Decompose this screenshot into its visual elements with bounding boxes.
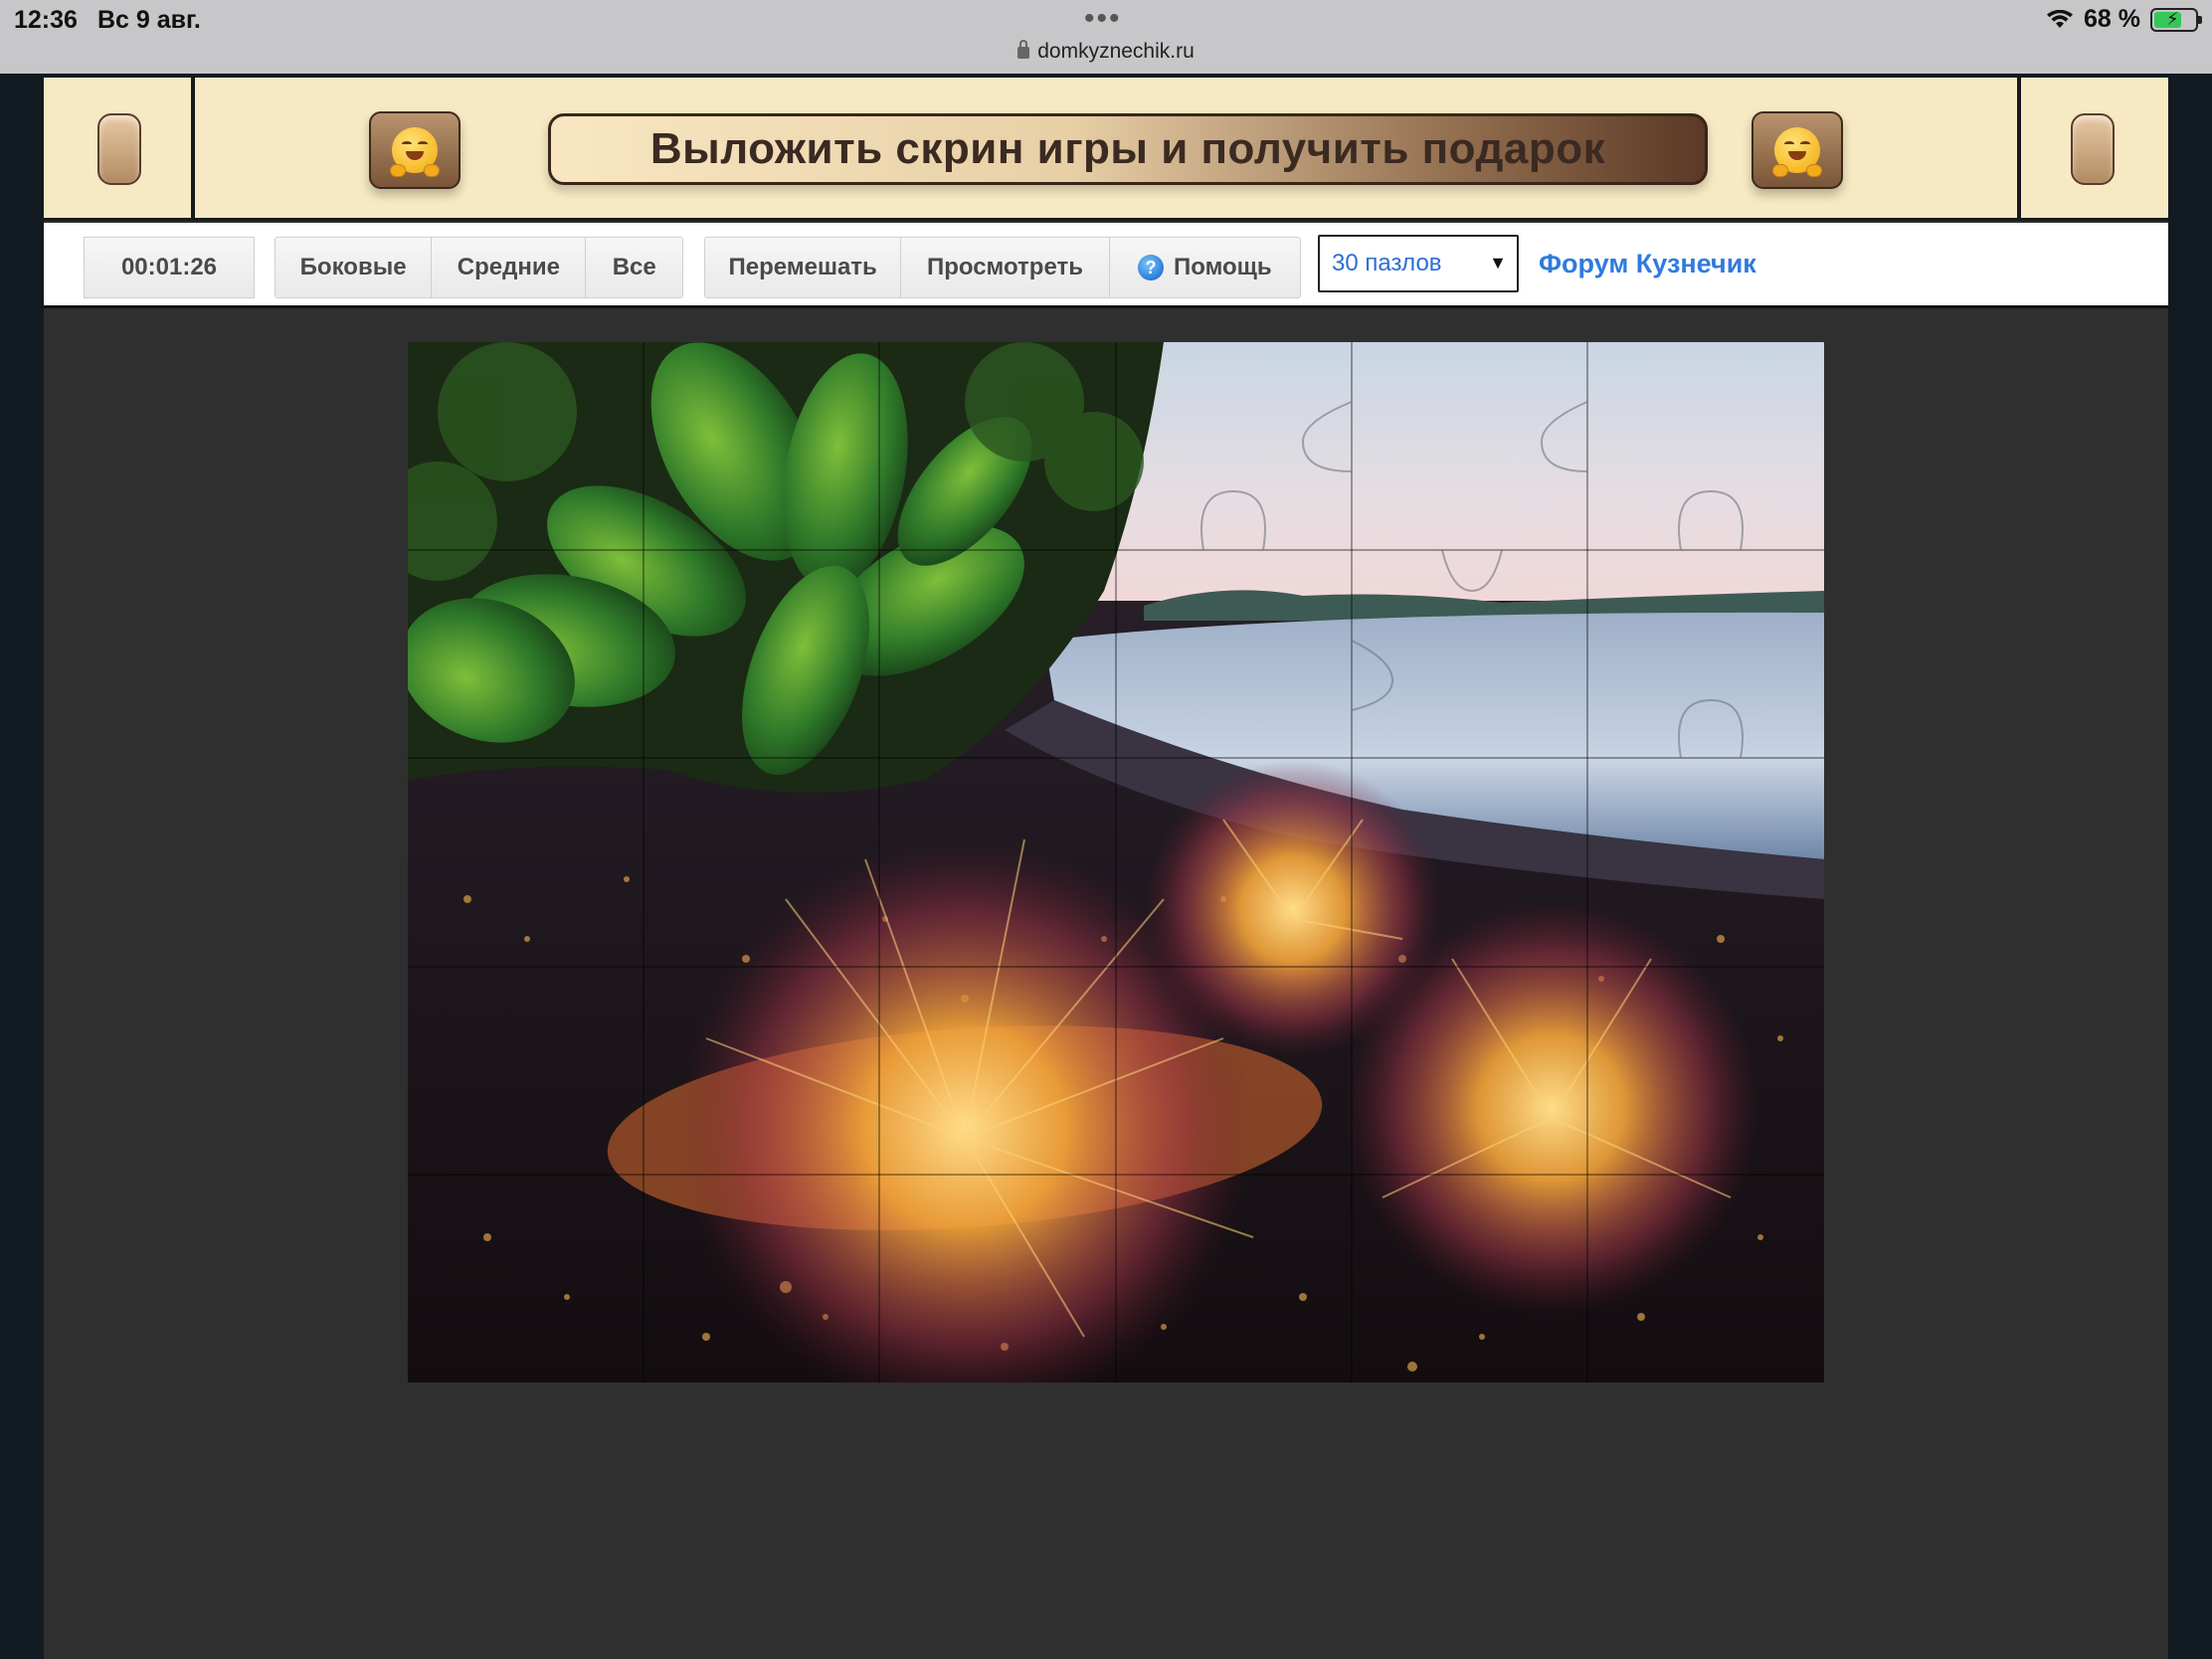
status-time: 12:36: [14, 6, 78, 34]
multitask-dots-icon[interactable]: •••: [1084, 4, 1122, 34]
battery-percent: 68 %: [2084, 5, 2140, 33]
puzzle-toolbar: 00:01:26 Боковые Средние Все Перемешать …: [44, 223, 2168, 308]
pieces-count-value: 30 пазлов: [1332, 250, 1442, 276]
wifi-icon: [2046, 9, 2074, 30]
banner-divider-right: [2017, 78, 2021, 221]
address-bar[interactable]: domkyznechik.ru: [0, 40, 2212, 64]
help-icon: ?: [1137, 255, 1164, 280]
filter-middle-button[interactable]: Средние: [432, 238, 587, 297]
filter-all-button[interactable]: Все: [586, 238, 682, 297]
timer-display: 00:01:26: [84, 237, 255, 298]
help-button[interactable]: ? Помощь: [1109, 238, 1300, 297]
promo-banner: Выложить скрин игры и получить подарок: [44, 78, 2168, 221]
piece-filter-group: Боковые Средние Все: [275, 237, 683, 298]
actions-group: Перемешать Просмотреть ? Помощь: [704, 237, 1301, 298]
forum-link[interactable]: Форум Кузнечик: [1539, 249, 1756, 279]
lock-icon: [1017, 40, 1030, 59]
banner-divider-left: [191, 78, 195, 221]
pieces-count-select[interactable]: 30 пазлов ▼: [1318, 235, 1519, 292]
status-right: 68 % ⚡: [2046, 5, 2202, 34]
banner-left-ornament: [97, 113, 141, 185]
battery-icon: ⚡: [2150, 7, 2202, 32]
puzzle-board[interactable]: [408, 342, 1824, 1382]
hugging-face-emoji-right-icon: [1751, 111, 1843, 189]
hugging-face-emoji-left-icon: [369, 111, 461, 189]
page: Выложить скрин игры и получить подарок 0…: [44, 78, 2168, 1659]
url-text: domkyznechik.ru: [1037, 40, 1195, 63]
puzzle-image: [408, 342, 1824, 1382]
preview-button[interactable]: Просмотреть: [901, 238, 1110, 297]
chevron-down-icon: ▼: [1489, 253, 1507, 273]
banner-right-ornament: [2071, 113, 2115, 185]
promo-headline[interactable]: Выложить скрин игры и получить подарок: [548, 113, 1708, 185]
help-label: Помощь: [1173, 254, 1272, 280]
status-bar: 12:36 Вс 9 авг. ••• domkyznechik.ru 68 %…: [0, 0, 2212, 74]
filter-edges-button[interactable]: Боковые: [276, 238, 433, 297]
status-date: Вс 9 авг.: [97, 6, 201, 34]
shuffle-button[interactable]: Перемешать: [705, 238, 902, 297]
